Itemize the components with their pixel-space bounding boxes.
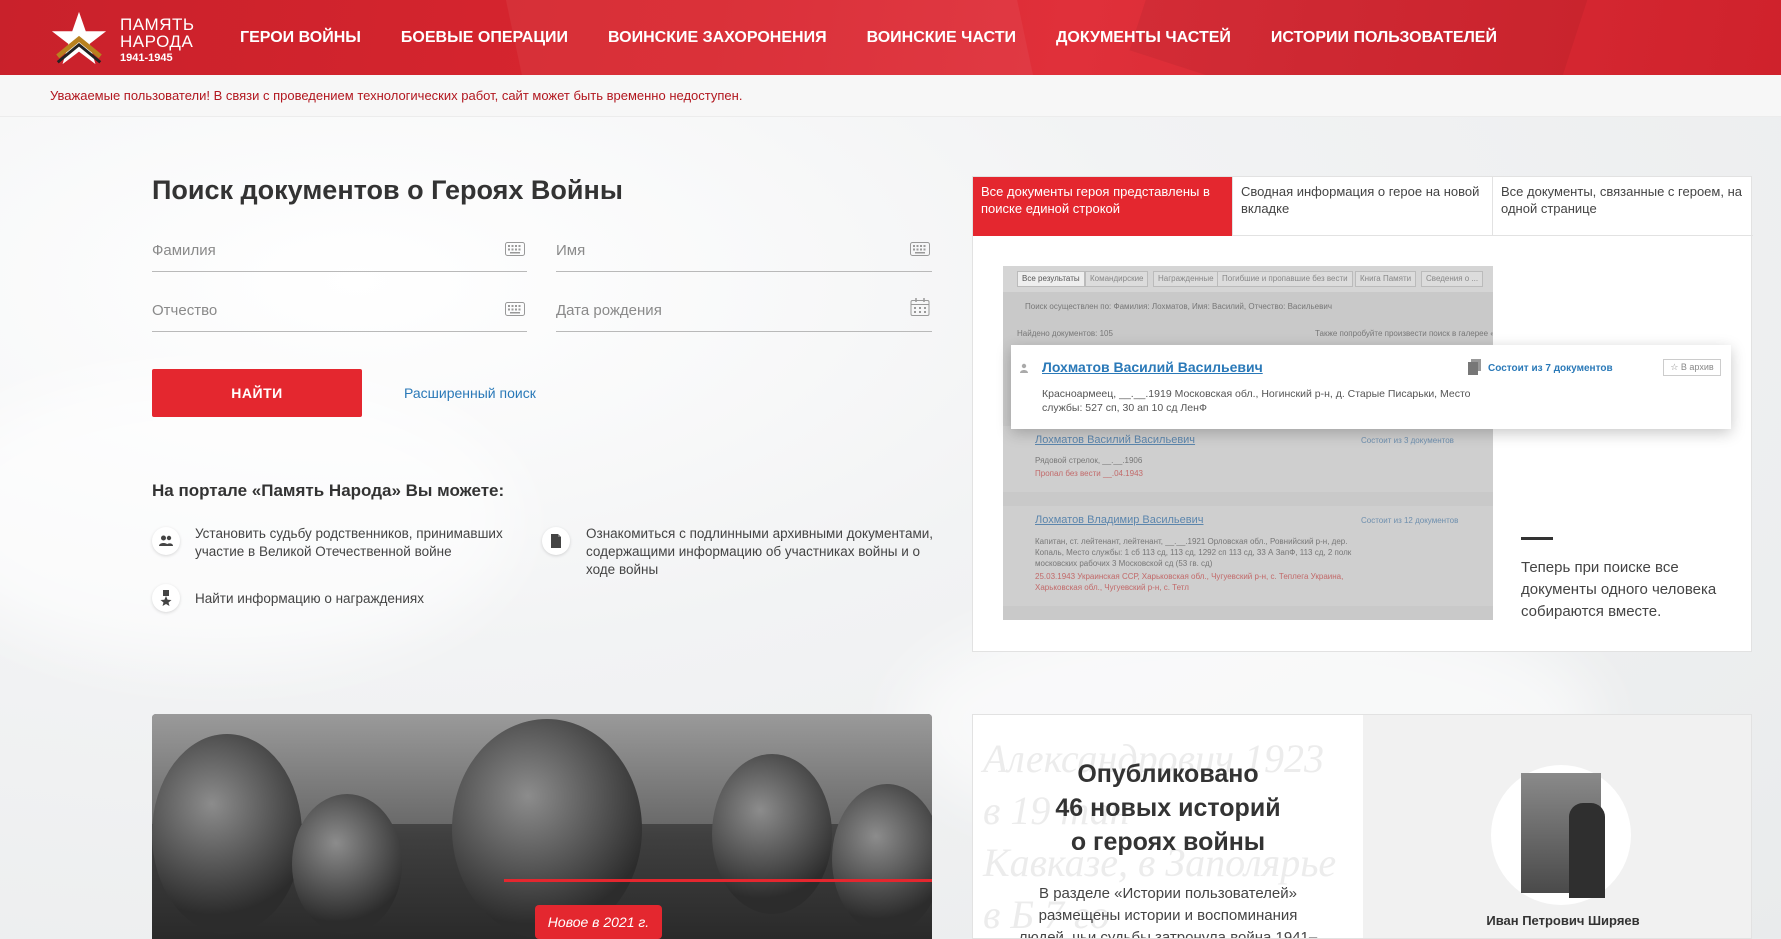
archive-label: В архив [1680,362,1714,372]
feature-promo-card: Все документы героя представлены в поиск… [972,176,1753,652]
medal-icon [152,584,180,612]
feature-fate: Установить судьбу родственников, принима… [195,526,503,559]
divider [1521,537,1553,540]
site-logo[interactable]: ПАМЯТЬ НАРОДА 1941-1945 [50,10,210,66]
logo-years: 1941-1945 [120,52,173,64]
nav-burials[interactable]: ВОИНСКИЕ ЗАХОРОНЕНИЯ [608,29,827,47]
patronymic-placeholder: Отчество [152,302,218,319]
user-stories-block[interactable]: Александрович,1923 в 19 тан Кавказе, в З… [972,714,1752,939]
nav-heroes[interactable]: ГЕРОИ ВОЙНЫ [240,29,361,47]
people-icon [152,527,180,555]
preview-row3-desc3: московских рабочих 3 Московской сд (53 г… [1035,559,1213,568]
preview-row2-desc: Рядовой стрелок, __.__.1906 [1035,456,1143,465]
preview-result-row: Лохматов Василий Васильевич Состоит из 3… [1003,426,1493,492]
preview-filter-commanders: Командирские [1085,271,1149,287]
documents-icon [1468,359,1481,375]
logo-line1: ПАМЯТЬ [120,15,195,34]
notice-text: Уважаемые пользователи! В связи с провед… [50,88,743,103]
highlighted-result: Лохматов Василий Васильевич Красноармеец… [1011,345,1731,429]
preview-row3-desc1: Капитан, ст. лейтенант, лейтенант, __.__… [1035,537,1348,546]
preview-row2-red: Пропал без вести __.04.1943 [1035,469,1143,478]
keyboard-icon[interactable] [505,302,525,316]
news-banner-photo[interactable]: Новое в 2021 г. [152,714,932,939]
logo-line2: НАРОДА [120,32,194,51]
star-icon: ☆ [1670,362,1679,372]
birthdate-field[interactable]: Дата рождения [556,288,932,332]
new-2021-badge[interactable]: Новое в 2021 г. [535,905,662,939]
preview-row3-red1: 25.03.1943 Украинская ССР, Харьковская о… [1035,572,1344,581]
hero-portrait [1491,765,1631,905]
find-button[interactable]: НАЙТИ [152,369,362,417]
preview-filter-awarded: Награжденные [1153,271,1219,287]
hero-portrait-name: Иван Петрович Ширяев [1486,913,1640,928]
maintenance-notice: Уважаемые пользователи! В связи с провед… [0,75,1781,117]
patronymic-field[interactable]: Отчество [152,288,527,332]
name-placeholder: Имя [556,242,586,259]
promo-tab-summary[interactable]: Сводная информация о герое на новой вкла… [1233,177,1493,236]
preview-gallery-hint: Также попробуйте произвести поиск в гале… [1315,329,1493,338]
preview-row2-docs: Состоит из 3 документов [1361,436,1454,445]
promo-tab-one-page[interactable]: Все документы, связанные с героем, на од… [1493,177,1753,236]
keyboard-icon[interactable] [505,242,525,256]
archive-button[interactable]: ☆ В архив [1663,359,1721,376]
stories-line3: о героях войны [1070,828,1266,856]
preview-search-line: Поиск осуществлен по: Фамилия: Лохматов,… [1025,302,1332,311]
documents-count[interactable]: Состоит из 7 документов [1488,363,1613,374]
nav-operations[interactable]: БОЕВЫЕ ОПЕРАЦИИ [401,29,568,47]
preview-found-count: Найдено документов: 105 [1017,329,1113,338]
surname-field[interactable]: Фамилия [152,228,527,272]
keyboard-icon[interactable] [910,242,930,256]
star-logo-icon [51,11,107,65]
portal-capabilities-title: На портале «Память Народа» Вы можете: [152,481,505,500]
feature-documents: Ознакомиться с подлинными архивными доку… [586,526,934,577]
person-icon [1020,363,1028,373]
preview-row2-name: Лохматов Василий Васильевич [1035,434,1196,446]
hero-description: Красноармеец, __.__.1919 Московская обл.… [1042,388,1471,414]
search-title: Поиск документов о Героях Войны [152,175,623,205]
calendar-icon[interactable] [910,298,930,316]
preview-filter-memory-book: Книга Памяти [1355,271,1417,287]
preview-filter-missing: Погибшие и пропавшие без вести [1217,271,1353,287]
preview-row3-docs: Состоит из 12 документов [1361,516,1459,525]
birthdate-placeholder: Дата рождения [556,302,662,319]
stories-description: В разделе «Истории пользователей» размещ… [1018,885,1318,939]
promo-tabs: Все документы героя представлены в поиск… [973,177,1753,236]
preview-row3-red2: Харьковская обл., Чугуевский р-н, с. Тет… [1035,583,1189,592]
preview-filter-all: Все результаты [1017,271,1085,287]
nav-user-stories[interactable]: ИСТОРИИ ПОЛЬЗОВАТЕЛЕЙ [1271,29,1497,47]
stories-line2: 46 новых историй [1055,794,1281,822]
document-icon [542,527,570,555]
nav-units[interactable]: ВОИНСКИЕ ЧАСТИ [867,29,1016,47]
feature-awards: Найти информацию о награждениях [195,591,424,606]
preview-filter-info: Сведения о ... [1421,271,1484,287]
name-field[interactable]: Имя [556,228,932,272]
preview-row3-name: Лохматов Владимир Васильевич [1035,514,1204,526]
preview-row3-desc2: Копаль, Место службы: 1 сб 113 сд, 113 с… [1035,548,1352,557]
stories-line1: Опубликовано [1077,760,1259,788]
site-header: ПАМЯТЬ НАРОДА 1941-1945 ГЕРОИ ВОЙНЫ БОЕВ… [0,0,1781,75]
advanced-search-link[interactable]: Расширенный поиск [404,385,536,401]
hero-name-link[interactable]: Лохматов Василий Васильевич [1042,359,1263,375]
promo-note: Теперь при поиске все документы одного ч… [1521,559,1717,620]
preview-result-row: Лохматов Владимир Васильевич Состоит из … [1003,506,1493,606]
nav-unit-documents[interactable]: ДОКУМЕНТЫ ЧАСТЕЙ [1056,29,1231,47]
search-results-preview: Все результаты Командирские Награжденные… [1003,266,1493,620]
main-nav: ГЕРОИ ВОЙНЫ БОЕВЫЕ ОПЕРАЦИИ ВОИНСКИЕ ЗАХ… [240,0,1537,75]
promo-tab-single-line[interactable]: Все документы героя представлены в поиск… [973,177,1233,236]
stories-headline: Опубликовано 46 новых историй о героях в… [973,757,1363,859]
surname-placeholder: Фамилия [152,242,216,259]
